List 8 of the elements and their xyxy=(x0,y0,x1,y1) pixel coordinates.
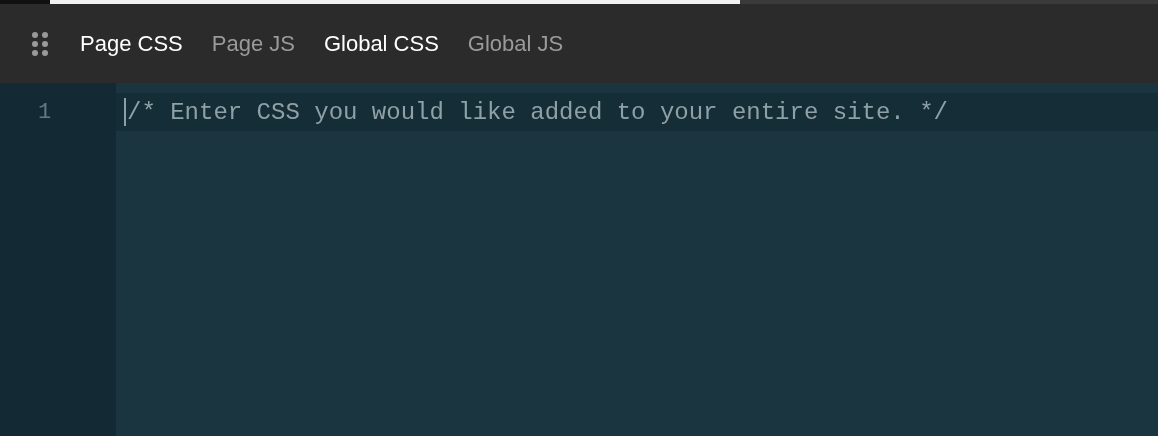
tab[interactable]: Page CSS xyxy=(80,26,183,61)
tab[interactable]: Global JS xyxy=(467,26,564,61)
text-cursor xyxy=(124,98,126,126)
tab[interactable]: Page JS xyxy=(211,26,295,61)
drag-handle-icon[interactable] xyxy=(30,30,50,57)
tab[interactable]: Global CSS xyxy=(323,26,439,61)
code-comment: /* Enter CSS you would like added to your entire site. */ xyxy=(127,98,948,126)
line-number: 1 xyxy=(37,99,52,125)
